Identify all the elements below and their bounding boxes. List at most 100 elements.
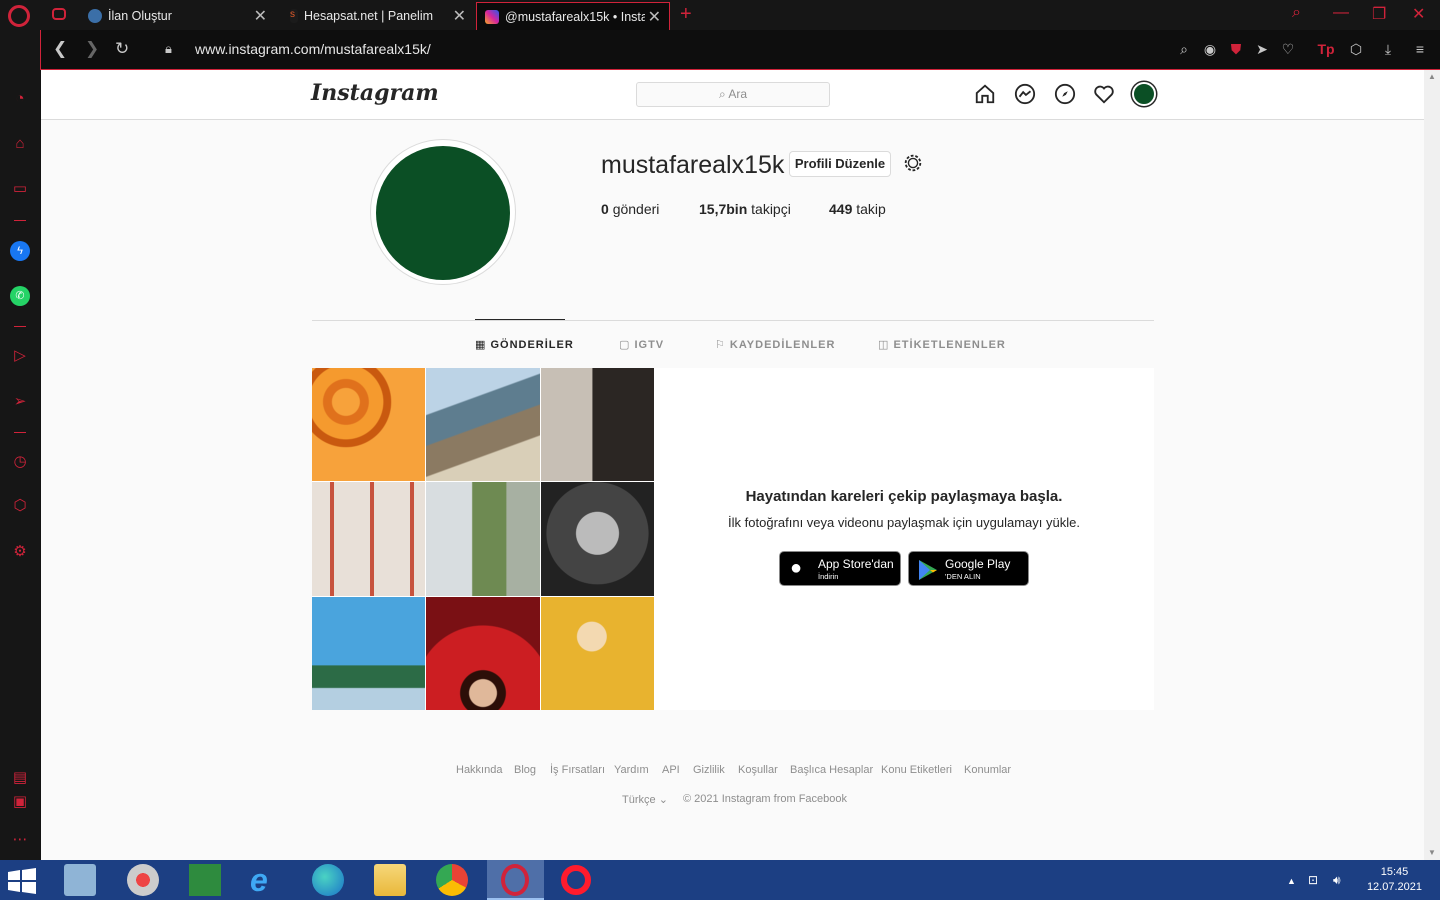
store-icon[interactable]: [189, 864, 221, 896]
app-store-button[interactable]: ● App Store'dan İndirin: [779, 551, 901, 586]
messenger-icon[interactable]: ϟ: [10, 241, 30, 261]
extension-tp-icon[interactable]: Tp: [1317, 41, 1335, 57]
tab-instagram[interactable]: @mustafarealx15k • Instag ✕: [476, 2, 670, 30]
google-play-button[interactable]: Google Play 'DEN ALIN: [908, 551, 1029, 586]
opera-logo-icon[interactable]: [8, 5, 30, 27]
windows-start-icon[interactable]: [8, 868, 36, 894]
network-icon[interactable]: ⊡: [1308, 873, 1318, 887]
footer-link-top-accounts[interactable]: Başlıca Hesaplar: [790, 764, 873, 776]
empty-state-subtitle: İlk fotoğrafını veya videonu paylaşmak i…: [728, 515, 1080, 530]
settings-icon[interactable]: ⚙: [10, 542, 30, 562]
search-tabs-icon[interactable]: ⌕: [1292, 4, 1301, 22]
send-icon[interactable]: ➤: [1253, 41, 1271, 58]
volume-icon[interactable]: 🔊︎: [1333, 873, 1341, 888]
history-icon[interactable]: ◷: [10, 452, 30, 472]
footer-link-about[interactable]: Hakkında: [456, 764, 502, 776]
url-field[interactable]: www.instagram.com/mustafarealx15k/: [195, 41, 431, 57]
tab-posts[interactable]: ▦ GÖNDERİLER: [475, 338, 574, 351]
internet-explorer-icon[interactable]: e: [250, 864, 282, 896]
scroll-down-icon[interactable]: ▼: [1428, 848, 1436, 857]
forward-icon[interactable]: ❯: [85, 39, 99, 59]
tab-favicon-icon: s: [290, 9, 298, 23]
following-stat[interactable]: 449 takip: [829, 201, 886, 217]
profile-avatar-small[interactable]: [1132, 82, 1156, 106]
tab-ilan-olustur[interactable]: İlan Oluştur ✕: [80, 2, 275, 30]
messenger-icon[interactable]: [1014, 83, 1036, 105]
gamepad-icon[interactable]: [52, 8, 66, 20]
home-icon[interactable]: [974, 83, 996, 105]
adblock-icon[interactable]: ⛊: [1227, 41, 1245, 58]
download-icon[interactable]: ⤓: [1379, 41, 1397, 58]
player-icon[interactable]: ▷: [10, 346, 30, 366]
cube-icon[interactable]: ⬡: [1347, 41, 1365, 58]
bag-icon[interactable]: ⌂: [10, 134, 30, 154]
close-tab-icon[interactable]: ✕: [453, 6, 466, 26]
new-tab-icon[interactable]: +: [680, 3, 692, 26]
whatsapp-icon[interactable]: ✆: [10, 286, 30, 306]
snapshot-icon[interactable]: ◉: [1201, 41, 1219, 58]
snipping-tool-icon[interactable]: [127, 864, 159, 896]
chrome-icon[interactable]: [436, 864, 468, 896]
tab-saved-label: KAYDEDİLENLER: [729, 339, 836, 351]
flow-icon[interactable]: ➢: [10, 392, 30, 412]
close-window-icon[interactable]: ✕: [1412, 4, 1425, 24]
profile-avatar[interactable]: [376, 146, 510, 280]
taskbar-opera-gx-active[interactable]: [487, 860, 544, 900]
tab-title: @mustafarealx15k • Instag: [505, 9, 645, 24]
tab-favicon-icon: [88, 9, 102, 23]
page-scrollbar[interactable]: ▲ ▼: [1424, 70, 1440, 860]
edit-profile-button[interactable]: Profili Düzenle: [789, 151, 891, 177]
posts-label: gönderi: [612, 201, 660, 217]
control-panel-icon[interactable]: [64, 864, 96, 896]
language-select[interactable]: Türkçe ⌄: [622, 793, 668, 806]
scroll-up-icon[interactable]: ▲: [1428, 72, 1436, 81]
footer-link-locations[interactable]: Konumlar: [964, 764, 1011, 776]
speed-dial-icon[interactable]: ◔: [10, 89, 30, 109]
twitch-icon[interactable]: ▭: [10, 179, 30, 199]
google-play-label: Google Play: [945, 557, 1011, 571]
ram-icon[interactable]: ▤: [10, 768, 30, 788]
restore-icon[interactable]: ❐: [1372, 4, 1386, 24]
search-input[interactable]: ⌕ Ara: [636, 82, 830, 107]
tab-tagged[interactable]: ◫ ETİKETLENENLER: [878, 338, 1006, 351]
edge-icon[interactable]: [312, 864, 344, 896]
activity-heart-icon[interactable]: [1093, 83, 1115, 105]
tray-chevron-up-icon[interactable]: ▲: [1287, 876, 1296, 886]
system-clock[interactable]: 15:45 12.07.2021: [1367, 865, 1422, 895]
settings-gear-icon[interactable]: [902, 152, 924, 174]
clock-time: 15:45: [1380, 866, 1409, 878]
tab-hesapsat[interactable]: s Hesapsat.net | Panelim ✕: [282, 2, 474, 30]
minimize-icon[interactable]: —: [1333, 4, 1349, 22]
menu-icon[interactable]: ≡: [1411, 41, 1429, 57]
posts-stat: 0 gönderi: [601, 201, 659, 217]
bookmark-icon: ⚐: [715, 339, 730, 351]
tab-saved[interactable]: ⚐ KAYDEDİLENLER: [715, 338, 835, 351]
close-tab-icon[interactable]: ✕: [254, 6, 267, 26]
language-label: Türkçe: [622, 794, 656, 806]
footer-link-help[interactable]: Yardım: [614, 764, 649, 776]
back-icon[interactable]: ❮: [53, 39, 67, 59]
instagram-logo[interactable]: Instagram: [311, 80, 439, 106]
copyright-text: © 2021 Instagram from Facebook: [683, 793, 848, 805]
extensions-icon[interactable]: ⬡: [10, 496, 30, 516]
footer-link-api[interactable]: API: [662, 764, 680, 776]
footer-link-jobs[interactable]: İş Fırsatları: [550, 764, 605, 776]
app-store-sublabel: İndirin: [818, 572, 839, 581]
footer-link-privacy[interactable]: Gizlilik: [693, 764, 725, 776]
opera-icon[interactable]: [561, 865, 591, 895]
footer-link-blog[interactable]: Blog: [514, 764, 536, 776]
explore-icon[interactable]: [1054, 83, 1076, 105]
igtv-icon: ▢: [619, 339, 635, 351]
close-tab-icon[interactable]: ✕: [648, 7, 661, 27]
footer-link-terms[interactable]: Koşullar: [738, 764, 778, 776]
footer-link-hashtags[interactable]: Konu Etiketleri: [881, 764, 952, 776]
heart-icon[interactable]: ♡: [1279, 41, 1297, 58]
cpu-icon[interactable]: ▣: [10, 792, 30, 812]
followers-stat[interactable]: 15,7bin takipçi: [699, 201, 791, 217]
reload-icon[interactable]: ↻: [115, 39, 129, 59]
empty-state-panel: Hayatından kareleri çekip paylaşmaya baş…: [312, 368, 1154, 710]
file-explorer-icon[interactable]: [374, 864, 406, 896]
tab-igtv[interactable]: ▢ IGTV: [619, 338, 664, 351]
search-page-icon[interactable]: ⌕: [1175, 41, 1193, 58]
more-icon[interactable]: ⋯: [10, 830, 30, 850]
